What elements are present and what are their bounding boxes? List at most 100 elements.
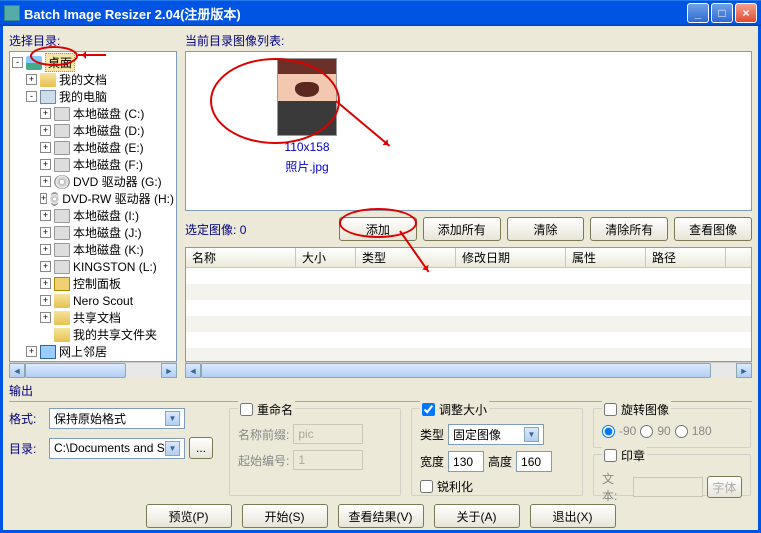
column-header[interactable]: 修改日期 <box>456 248 566 267</box>
stamp-group: 印章 文本:字体 <box>593 454 751 496</box>
tree-item[interactable]: +本地磁盘 (D:) <box>12 122 174 139</box>
stamp-checkbox[interactable] <box>604 449 617 462</box>
add-button[interactable]: 添加 <box>339 217 417 241</box>
minimize-button[interactable]: _ <box>687 3 709 23</box>
tree-icon <box>40 362 56 363</box>
chevron-down-icon: ▼ <box>165 441 180 456</box>
tree-hscrollbar[interactable]: ◄► <box>9 362 177 378</box>
rotate-90[interactable] <box>640 425 653 438</box>
clear-all-button[interactable]: 清除所有 <box>590 217 668 241</box>
select-dir-label: 选择目录: <box>9 32 177 49</box>
tree-icon <box>54 294 70 308</box>
tree-icon <box>40 73 56 87</box>
tree-icon <box>40 90 56 104</box>
tree-item[interactable]: +我的文档 <box>12 71 174 88</box>
preview-button[interactable]: 预览(P) <box>146 504 232 528</box>
tree-item[interactable]: +本地磁盘 (E:) <box>12 139 174 156</box>
add-all-button[interactable]: 添加所有 <box>423 217 501 241</box>
tree-item[interactable]: +本地磁盘 (I:) <box>12 207 174 224</box>
tree-item[interactable]: +本地磁盘 (F:) <box>12 156 174 173</box>
image-list-label: 当前目录图像列表: <box>185 32 752 49</box>
rotate-180[interactable] <box>675 425 688 438</box>
tree-item[interactable]: 回收站 <box>12 360 174 362</box>
view-image-button[interactable]: 查看图像 <box>674 217 752 241</box>
tree-item[interactable]: +KINGSTON (L:) <box>12 258 174 275</box>
tree-item[interactable]: +共享文档 <box>12 309 174 326</box>
rotate-neg90[interactable] <box>602 425 615 438</box>
tree-icon <box>54 226 70 240</box>
tree-icon <box>54 328 70 342</box>
start-button[interactable]: 开始(S) <box>242 504 328 528</box>
directory-tree[interactable]: -桌面+我的文档-我的电脑+本地磁盘 (C:)+本地磁盘 (D:)+本地磁盘 (… <box>9 51 177 362</box>
output-label: 输出 <box>9 382 752 402</box>
tree-icon <box>54 311 70 325</box>
tree-item[interactable]: 我的共享文件夹 <box>12 326 174 343</box>
tree-icon <box>54 175 70 189</box>
font-button: 字体 <box>707 476 742 498</box>
rename-group: 重命名 名称前缀: 起始编号: <box>229 408 401 496</box>
selected-count: 0 <box>240 223 247 237</box>
format-label: 格式: <box>9 410 45 427</box>
rotate-checkbox[interactable] <box>604 403 617 416</box>
rotate-group: 旋转图像 -90 90 180 <box>593 408 751 448</box>
tree-icon <box>54 243 70 257</box>
column-header[interactable]: 大小 <box>296 248 356 267</box>
tree-icon <box>50 192 59 206</box>
column-header[interactable]: 路径 <box>646 248 726 267</box>
tree-item[interactable]: +DVD 驱动器 (G:) <box>12 173 174 190</box>
format-combo[interactable]: 保持原始格式▼ <box>49 408 185 429</box>
close-button[interactable]: × <box>735 3 757 23</box>
tree-item[interactable]: +本地磁盘 (J:) <box>12 224 174 241</box>
column-header[interactable]: 属性 <box>566 248 646 267</box>
dir-label: 目录: <box>9 440 45 457</box>
column-header[interactable]: 名称 <box>186 248 296 267</box>
tree-icon <box>26 56 42 70</box>
table-hscrollbar[interactable]: ◄► <box>185 362 752 378</box>
sharpen-checkbox[interactable] <box>420 480 433 493</box>
tree-item[interactable]: -桌面 <box>12 54 174 71</box>
thumbnail-item[interactable]: 110x158 照片.jpg <box>252 58 362 175</box>
prefix-input <box>293 424 363 444</box>
chevron-down-icon: ▼ <box>165 411 180 426</box>
width-input[interactable] <box>448 451 484 472</box>
tree-icon <box>54 209 70 223</box>
dir-combo[interactable]: C:\Documents and S▼ <box>49 438 185 459</box>
height-input[interactable] <box>516 451 552 472</box>
thumbnail-area[interactable]: 110x158 照片.jpg <box>185 51 752 211</box>
app-icon <box>4 5 20 21</box>
maximize-button[interactable]: □ <box>711 3 733 23</box>
resize-group: 调整大小 类型 固定图像▼ 宽度 高度 锐利化 <box>411 408 583 496</box>
browse-dir-button[interactable]: ... <box>189 437 213 459</box>
title-bar: Batch Image Resizer 2.04(注册版本) _ □ × <box>0 0 761 26</box>
tree-item[interactable]: -我的电脑 <box>12 88 174 105</box>
tree-icon <box>40 345 56 359</box>
tree-icon <box>54 277 70 291</box>
tree-item[interactable]: +本地磁盘 (C:) <box>12 105 174 122</box>
thumbnail-filename: 照片.jpg <box>252 158 362 175</box>
selected-table: 名称大小类型修改日期属性路径 <box>185 247 752 362</box>
tree-icon <box>54 260 70 274</box>
tree-item[interactable]: +网上邻居 <box>12 343 174 360</box>
tree-item[interactable]: +Nero Scout <box>12 292 174 309</box>
tree-icon <box>54 158 70 172</box>
resize-checkbox[interactable] <box>422 403 435 416</box>
tree-icon <box>54 124 70 138</box>
start-num-input <box>293 450 363 470</box>
selected-images-label: 选定图像: <box>185 223 236 237</box>
about-button[interactable]: 关于(A) <box>434 504 520 528</box>
thumbnail-dimensions: 110x158 <box>252 140 362 154</box>
window-title: Batch Image Resizer 2.04(注册版本) <box>24 4 687 23</box>
view-result-button[interactable]: 查看结果(V) <box>338 504 424 528</box>
table-body[interactable] <box>186 268 751 361</box>
tree-item[interactable]: +控制面板 <box>12 275 174 292</box>
rename-checkbox[interactable] <box>240 403 253 416</box>
clear-button[interactable]: 清除 <box>507 217 585 241</box>
column-header[interactable]: 类型 <box>356 248 456 267</box>
stamp-text-input <box>633 477 703 497</box>
tree-item[interactable]: +DVD-RW 驱动器 (H:) <box>12 190 174 207</box>
thumbnail-image <box>277 58 337 136</box>
exit-button[interactable]: 退出(X) <box>530 504 616 528</box>
tree-icon <box>54 141 70 155</box>
resize-type-combo[interactable]: 固定图像▼ <box>448 424 544 445</box>
tree-item[interactable]: +本地磁盘 (K:) <box>12 241 174 258</box>
